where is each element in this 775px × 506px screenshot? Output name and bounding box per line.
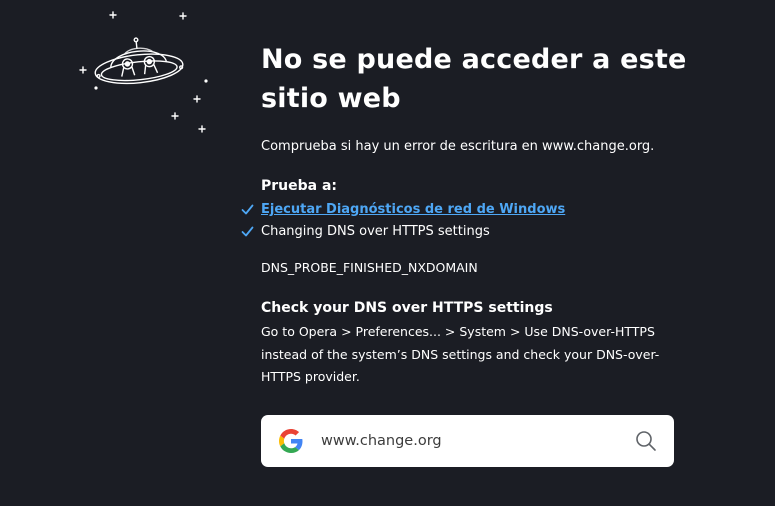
typo-hint: Comprueba si hay un error de escritura e… — [261, 139, 655, 154]
suggestion-item: Ejecutar Diagnósticos de red de Windows — [241, 199, 721, 221]
run-windows-diagnostics-link[interactable]: Ejecutar Diagnósticos de red de Windows — [261, 202, 565, 217]
error-code: DNS_PROBE_FINISHED_NXDOMAIN — [261, 260, 478, 275]
star-icon — [79, 11, 206, 133]
ufo-icon — [79, 11, 208, 133]
dns-settings-suggestion: Changing DNS over HTTPS settings — [261, 224, 490, 239]
try-heading: Prueba a: — [261, 178, 338, 194]
error-page: No se puede acceder a este sitio web Com… — [0, 0, 775, 506]
error-content: No se puede acceder a este sitio web Com… — [241, 40, 721, 389]
search-icon[interactable] — [634, 429, 658, 453]
search-input[interactable]: www.change.org — [321, 431, 442, 451]
suggestion-list: Ejecutar Diagnósticos de red de Windows … — [241, 199, 721, 243]
checkmark-icon — [241, 204, 254, 215]
google-g-icon — [279, 429, 303, 453]
suggestion-item: Changing DNS over HTTPS settings — [241, 221, 721, 243]
page-title: No se puede acceder a este sitio web — [261, 44, 687, 114]
dns-heading: Check your DNS over HTTPS settings — [261, 300, 553, 316]
search-box[interactable]: www.change.org — [261, 415, 674, 467]
checkmark-icon — [241, 226, 254, 237]
dns-instructions: Go to Opera > Preferences... > System > … — [261, 324, 660, 384]
